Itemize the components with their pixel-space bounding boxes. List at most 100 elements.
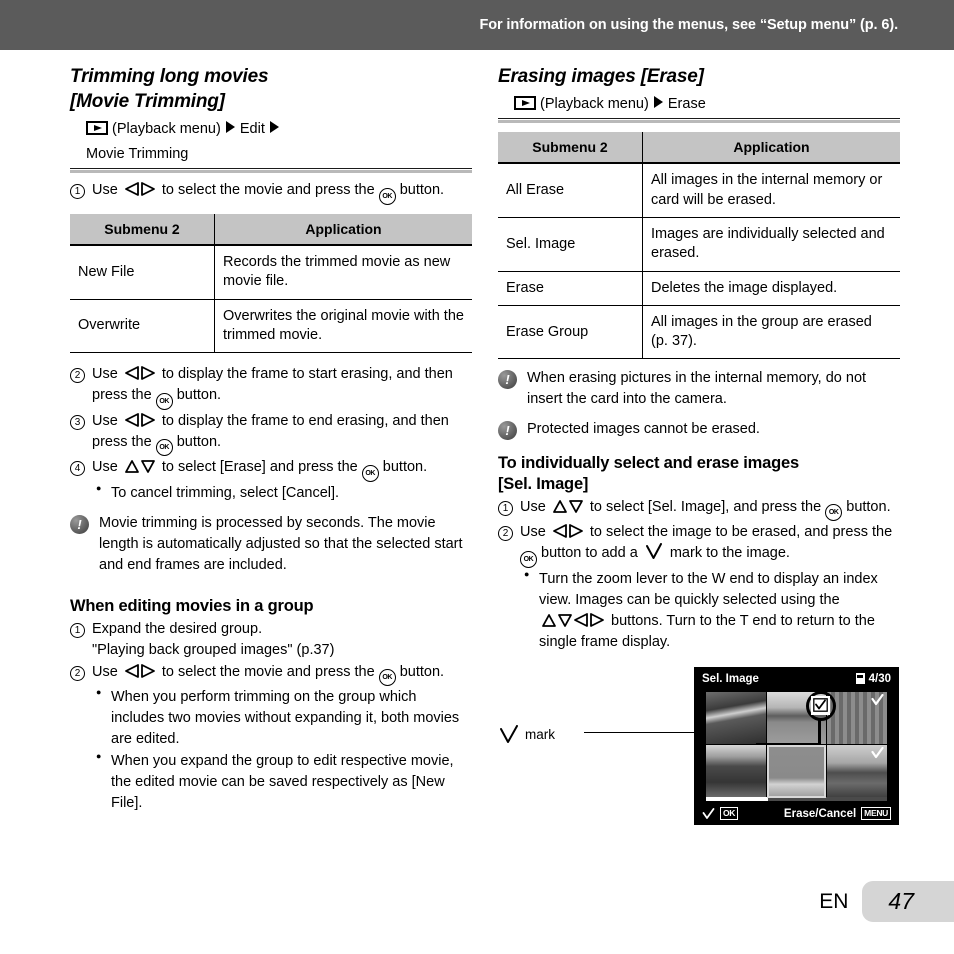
step-text-reference: "Playing back grouped images" (p.37) (92, 641, 335, 658)
four-way-arrows-icon (542, 612, 604, 627)
page-number: 47 (862, 881, 954, 922)
lcd-action-hint: Erase/Cancel MENU (783, 807, 891, 821)
table-row: Erase Group All images in the group are … (498, 305, 900, 360)
list-item: When you expand the group to edit respec… (96, 750, 472, 814)
table-cell-application: Deletes the image displayed. (642, 271, 900, 306)
footer-language-code: EN (819, 889, 849, 913)
sel-image-bullet-list: Turn the zoom lever to the W end to disp… (498, 568, 900, 653)
step-item: 3 Use to display the frame to end erasin… (70, 411, 472, 457)
step-number-2: 2 (70, 665, 85, 681)
step-text: Use to select the movie and press the OK… (92, 662, 472, 687)
left-right-arrows-icon (124, 663, 155, 678)
step-text-pre: Use (520, 498, 546, 515)
step-text: Use to select the image to be erased, an… (520, 522, 900, 568)
ok-button-icon: OK (520, 550, 537, 568)
table-cell-submenu: New File (70, 244, 215, 300)
step-text-end: button. (176, 387, 222, 404)
step-text-end: button. (399, 182, 445, 199)
arrow-right-icon (269, 121, 279, 134)
ok-button-icon: OK (155, 439, 173, 457)
step-text-pre: Use (92, 663, 118, 680)
left-section-title: Trimming long movies [Movie Trimming] (70, 64, 472, 114)
sel-image-heading: To individually select and erase images … (498, 453, 900, 495)
step-text-pre: Use (92, 182, 118, 199)
thumbnail-item-selected[interactable] (766, 745, 827, 798)
step-number-1: 1 (498, 500, 513, 516)
page-header-bar: For information on using the menus, see … (0, 0, 954, 50)
table-cell-submenu: Erase (498, 271, 643, 306)
exclamation-note-icon: ! (70, 514, 89, 534)
step-item: 2 Use to select the movie and press the … (70, 662, 472, 687)
step-text-mid: to select [Erase] and press the (161, 459, 358, 476)
step-text-pre: Use (520, 524, 546, 541)
lcd-top-bar: Sel. Image 4/30 (694, 667, 899, 691)
note-text: Movie trimming is processed by seconds. … (99, 514, 463, 573)
right-column: Erasing images [Erase] (Playback menu) E… (498, 64, 900, 827)
step-text-mid: to select [Sel. Image], and press the (589, 498, 822, 515)
arrow-right-icon (225, 121, 235, 134)
sel-image-screen-figure: mark Sel. Image 4/30 OK Erase/Cancel MEN… (498, 666, 900, 827)
camera-lcd-screen: Sel. Image 4/30 OK Erase/Cancel MENU (694, 666, 899, 825)
list-item: When you perform trimming on the group w… (96, 686, 472, 750)
step-number-1: 1 (70, 184, 85, 200)
breadcrumb-edit-label: Edit (239, 121, 265, 138)
step-number-4: 4 (70, 461, 85, 477)
right-section-title: Erasing images [Erase] (498, 66, 704, 87)
thumbnail-item[interactable] (706, 691, 766, 745)
table-header-row: Submenu 2 Application (498, 132, 900, 165)
list-item: Turn the zoom lever to the W end to disp… (524, 568, 900, 653)
header-notice-text: For information on using the menus, see … (479, 17, 898, 33)
left-right-arrows-icon (124, 182, 155, 197)
step-number-1: 1 (70, 622, 85, 638)
step-text-end: button. (846, 498, 891, 515)
note-item: ! When erasing pictures in the internal … (498, 368, 900, 410)
breadcrumb-line-1: (Playback menu) Erase (498, 93, 900, 116)
table-cell-application: Records the trimmed movie as new movie f… (214, 244, 472, 300)
lcd-counter-value: 4/30 (868, 672, 891, 685)
up-down-arrows-icon (124, 460, 155, 474)
lcd-bottom-bar: OK Erase/Cancel MENU (694, 803, 899, 825)
step-text-mid: to select the movie and press the (161, 663, 375, 680)
step-text: Use to select [Erase] and press the OK b… (92, 457, 472, 482)
table-cell-application: Overwrites the original movie with the t… (214, 299, 472, 354)
up-down-arrows-icon (552, 499, 583, 513)
step-text-mid2: button to add a (541, 545, 638, 562)
step-text-main: Expand the desired group. (92, 620, 263, 637)
table-cell-application: Images are individually selected and era… (642, 217, 900, 272)
arrow-right-icon (653, 96, 663, 109)
table-cell-submenu: Erase Group (498, 305, 643, 360)
check-mark-icon (813, 698, 828, 713)
step-text-end: button. (176, 433, 222, 450)
thumbnail-item[interactable] (827, 691, 887, 745)
check-mark-icon (871, 693, 884, 705)
table-header-cell: Submenu 2 (70, 213, 215, 246)
exclamation-note-icon: ! (498, 421, 517, 441)
ok-button-icon: OK (361, 464, 379, 482)
step-item: 2 Use to select the image to be erased, … (498, 522, 900, 568)
step-number-2: 2 (498, 526, 513, 542)
ok-button-icon: OK (378, 187, 396, 205)
step-text-end: mark to the image. (669, 545, 790, 562)
step-text-pre: Use (92, 459, 118, 476)
breadcrumb-playback-label: (Playback menu) (112, 121, 221, 138)
table-header-row: Submenu 2 Application (70, 213, 472, 246)
left-section-title-line1: Trimming long movies (70, 66, 269, 87)
breadcrumb-erase-label: Erase (667, 96, 706, 113)
page-footer: EN 47 (819, 881, 954, 922)
left-breadcrumb: (Playback menu) Edit Movie Trimming (70, 118, 472, 173)
group-editing-bullet-list: When you perform trimming on the group w… (70, 686, 472, 814)
step-text: Use to select the movie and press the OK… (92, 180, 472, 205)
lcd-action-label: Erase/Cancel (783, 807, 857, 820)
ok-key-badge: OK (720, 807, 739, 821)
memory-card-icon (855, 673, 865, 685)
thumbnail-item[interactable] (827, 745, 887, 798)
menu-key-badge: MENU (861, 807, 891, 821)
lcd-screen-title: Sel. Image (702, 672, 759, 685)
left-right-arrows-icon (124, 366, 155, 380)
thumbnail-item[interactable] (706, 745, 766, 798)
step-number-3: 3 (70, 414, 85, 430)
lcd-image-counter: 4/30 (855, 672, 891, 685)
step-item: 4 Use to select [Erase] and press the OK… (70, 457, 472, 482)
breadcrumb-playback-label: (Playback menu) (540, 96, 649, 113)
step-item: 1 Use to select [Sel. Image], and press … (498, 497, 900, 522)
